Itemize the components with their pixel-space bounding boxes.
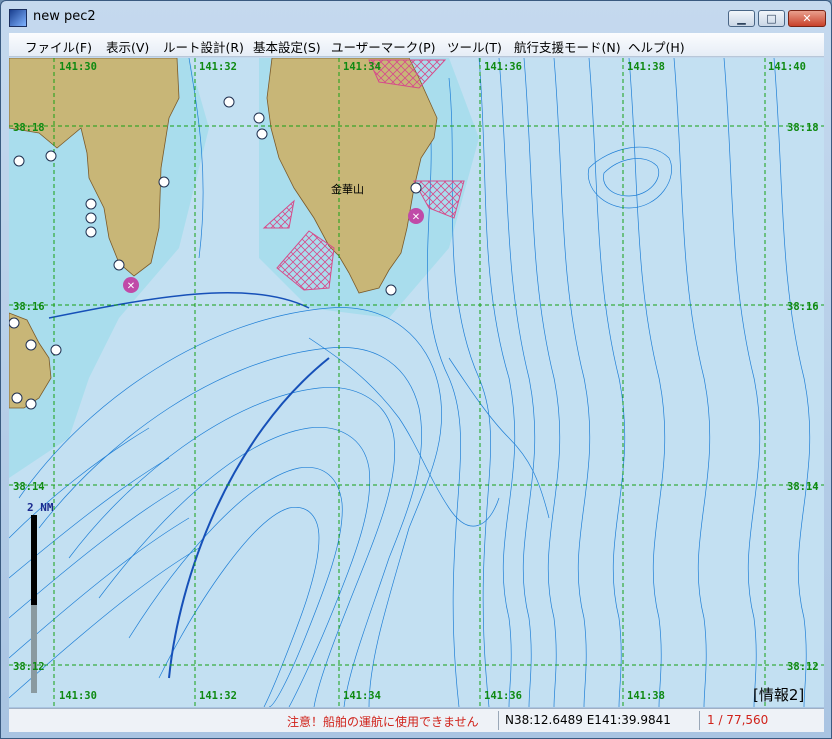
application-window: new pec2 ▁ □ ✕ ファイル(F) 表示(V) ルート設計(R) 基本… (0, 0, 832, 739)
lat-label-left: 38:18 (13, 122, 45, 134)
status-separator (498, 711, 499, 730)
svg-text:✕: ✕ (127, 281, 135, 292)
info-panel-label[interactable]: [情報2] (753, 684, 804, 705)
menu-view[interactable]: 表示(V) (106, 37, 149, 56)
lon-label-top: 141:40 (768, 61, 806, 73)
close-button[interactable]: ✕ (788, 10, 826, 27)
scale-bar-label: 2 NM (27, 501, 54, 514)
title-bar[interactable]: new pec2 ▁ □ ✕ (1, 1, 831, 33)
chart-map[interactable]: ✕ ✕ 141:30 141:32 141:34 141:36 141:38 1… (9, 58, 824, 707)
app-icon (9, 9, 27, 27)
menu-tools[interactable]: ツール(T) (447, 37, 502, 56)
menu-file[interactable]: ファイル(F) (25, 37, 92, 56)
lon-label-bottom: 141:36 (484, 690, 522, 702)
lat-label-right: 38:14 (787, 481, 819, 493)
lat-label-left: 38:14 (13, 481, 45, 493)
lon-label-top: 141:36 (484, 61, 522, 73)
status-bar: 注意！船舶の運航に使用できません N38:12.6489 E141:39.984… (9, 708, 824, 732)
lon-label-bottom: 141:38 (627, 690, 665, 702)
lon-label-bottom: 141:32 (199, 690, 237, 702)
menu-navigation-support-mode[interactable]: 航行支援モード(N) (514, 37, 621, 56)
lon-label-bottom: 141:30 (59, 690, 97, 702)
lat-label-right: 38:16 (787, 301, 819, 313)
scale-bar-bottom (31, 605, 37, 693)
lon-label-top: 141:34 (343, 61, 381, 73)
maximize-button[interactable]: □ (758, 10, 785, 27)
lat-label-right: 38:18 (787, 122, 819, 134)
lon-label-top: 141:38 (627, 61, 665, 73)
lat-label-left: 38:16 (13, 301, 45, 313)
status-separator (699, 711, 700, 730)
place-label-kinkasan: 金華山 (331, 183, 364, 196)
menu-bar: ファイル(F) 表示(V) ルート設計(R) 基本設定(S) ユーザーマーク(P… (9, 33, 824, 57)
cursor-coordinates: N38:12.6489 E141:39.9841 (505, 713, 671, 727)
window-title: new pec2 (33, 9, 96, 24)
menu-route-design[interactable]: ルート設計(R) (163, 37, 244, 56)
chart-scale: 1 / 77,560 (707, 713, 769, 727)
lon-label-top: 141:32 (199, 61, 237, 73)
navigation-warning: 注意！船舶の運航に使用できません (287, 715, 479, 729)
minimize-button[interactable]: ▁ (728, 10, 755, 27)
svg-text:✕: ✕ (412, 212, 420, 223)
chart-canvas: ✕ ✕ (9, 58, 824, 707)
lat-label-right: 38:12 (787, 661, 819, 673)
menu-basic-settings[interactable]: 基本設定(S) (253, 37, 321, 56)
lon-label-bottom: 141:34 (343, 690, 381, 702)
lon-label-top: 141:30 (59, 61, 97, 73)
menu-help[interactable]: ヘルプ(H) (628, 37, 685, 56)
menu-user-mark[interactable]: ユーザーマーク(P) (331, 37, 436, 56)
scale-bar-top (31, 515, 37, 605)
lat-label-left: 38:12 (13, 661, 45, 673)
